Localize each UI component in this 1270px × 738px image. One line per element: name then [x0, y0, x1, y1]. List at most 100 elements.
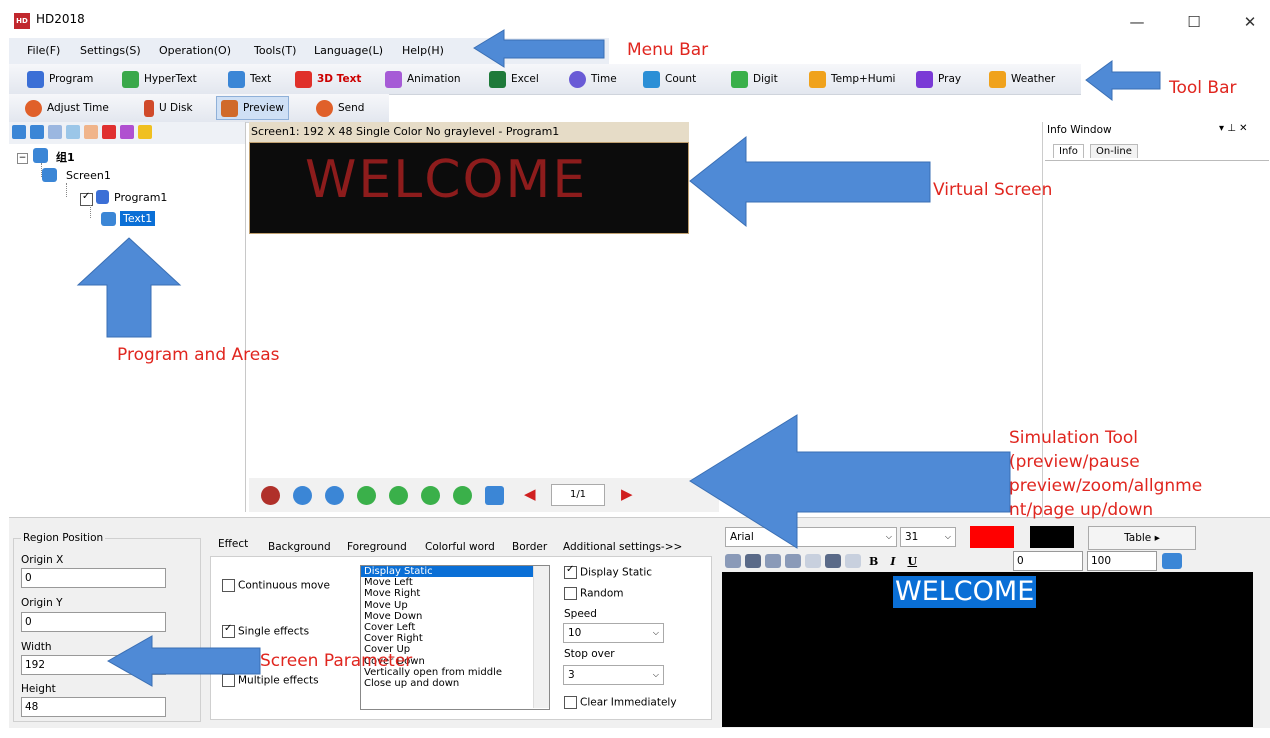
toolbar-count-button[interactable]: Count: [643, 64, 696, 94]
check-icon[interactable]: [120, 125, 134, 139]
tab-info[interactable]: Info: [1053, 144, 1084, 158]
align-down-icon[interactable]: [453, 486, 472, 505]
continuous-move-checkbox[interactable]: Continuous move: [222, 579, 330, 592]
justify-icon[interactable]: [785, 554, 801, 568]
toolbar-digit-button[interactable]: Digit: [731, 64, 778, 94]
screen-icon: [42, 168, 57, 182]
align-right-icon[interactable]: [389, 486, 408, 505]
paste-icon[interactable]: [66, 125, 80, 139]
toolbar-temp-humi-button[interactable]: Temp+Humi: [809, 64, 895, 94]
italic-icon[interactable]: I: [886, 555, 899, 568]
toolbar-time-button[interactable]: Time: [569, 64, 617, 94]
table-button[interactable]: Table ▸: [1088, 526, 1196, 550]
valign-top-icon[interactable]: [805, 554, 821, 568]
add-screen-icon[interactable]: [12, 125, 26, 139]
menu-settings[interactable]: Settings(S): [80, 44, 141, 57]
tab-online[interactable]: On-line: [1090, 144, 1138, 158]
menu-help[interactable]: Help(H): [402, 44, 444, 57]
single-effects-checkbox[interactable]: Single effects: [222, 623, 309, 638]
align-up-icon[interactable]: [421, 486, 440, 505]
toolbar-program-button[interactable]: Program: [27, 64, 93, 94]
program-checkbox[interactable]: [80, 191, 93, 206]
toolbar-send-button[interactable]: Send: [316, 94, 364, 122]
toolbar-weather-button[interactable]: Weather: [989, 64, 1055, 94]
align-left-icon[interactable]: [357, 486, 376, 505]
toolbar-adjust-time-button[interactable]: Adjust Time: [25, 94, 109, 122]
pin-icon[interactable]: ▾ ⊥ ✕: [1219, 123, 1247, 134]
page-down-icon[interactable]: ▶: [621, 485, 633, 503]
effects-listbox[interactable]: Display Static Move Left Move Right Move…: [360, 565, 550, 710]
align-center-icon[interactable]: [745, 554, 761, 568]
tab-border[interactable]: Border: [512, 541, 547, 553]
effect-option[interactable]: Move Left: [361, 577, 549, 588]
background-color-swatch[interactable]: [1030, 526, 1074, 548]
tab-colorful-word[interactable]: Colorful word: [425, 541, 495, 553]
font-size-select[interactable]: 31 ⌵: [900, 527, 956, 547]
tree-program[interactable]: Program1: [114, 191, 167, 204]
effects-scrollbar[interactable]: [533, 566, 549, 708]
toolbar-preview-button[interactable]: Preview: [216, 96, 289, 120]
tree-group[interactable]: 组1: [56, 149, 75, 165]
search-icon[interactable]: [138, 125, 152, 139]
display-static-checkbox[interactable]: Display Static: [564, 564, 652, 579]
random-checkbox[interactable]: Random: [564, 587, 623, 600]
underline-icon[interactable]: U: [903, 555, 921, 568]
toolbar-text-button[interactable]: Text: [228, 64, 271, 94]
collapse-icon[interactable]: −: [17, 153, 28, 164]
height-input[interactable]: 48: [21, 697, 166, 717]
speed-select[interactable]: 10 ⌵: [563, 623, 664, 643]
tab-additional-settings[interactable]: Additional settings->>: [563, 541, 682, 553]
maximize-button[interactable]: ☐: [1174, 8, 1214, 36]
effect-option[interactable]: Cover Right: [361, 633, 549, 644]
minimize-button[interactable]: —: [1117, 8, 1157, 36]
align-right-icon[interactable]: [765, 554, 781, 568]
toolbar-u-disk-button[interactable]: U Disk: [144, 94, 193, 122]
toolbar-3d-text-button[interactable]: 3D Text: [295, 64, 361, 94]
tree-text-area[interactable]: Text1: [120, 211, 156, 226]
move-icon[interactable]: [84, 125, 98, 139]
close-button[interactable]: ✕: [1230, 8, 1270, 36]
valign-middle-icon[interactable]: [825, 554, 841, 568]
delete-icon[interactable]: [102, 125, 116, 139]
origin-y-input[interactable]: 0: [21, 612, 166, 632]
tree-screen[interactable]: Screen1: [66, 169, 111, 182]
toolbar-animation-button[interactable]: Animation: [385, 64, 461, 94]
stop-over-select[interactable]: 3 ⌵: [563, 665, 664, 685]
spacing-input[interactable]: 0: [1013, 551, 1083, 571]
effect-option[interactable]: Cover Left: [361, 622, 549, 633]
multiple-effects-checkbox[interactable]: Multiple effects: [222, 674, 319, 687]
origin-x-input[interactable]: 0: [21, 568, 166, 588]
clear-immediately-checkbox[interactable]: Clear Immediately: [564, 696, 677, 709]
effect-option[interactable]: Close up and down: [361, 678, 549, 689]
add-program-icon[interactable]: [30, 125, 44, 139]
scale-input[interactable]: 100: [1087, 551, 1157, 571]
text-color-swatch[interactable]: [970, 526, 1014, 548]
effect-option[interactable]: Move Up: [361, 600, 549, 611]
width-input[interactable]: 192: [21, 655, 166, 675]
tab-background[interactable]: Background: [268, 541, 331, 553]
toolbar-hypertext-button[interactable]: HyperText: [122, 64, 197, 94]
align-left-icon[interactable]: [725, 554, 741, 568]
tab-foreground[interactable]: Foreground: [347, 541, 407, 553]
copy-icon[interactable]: [48, 125, 62, 139]
toolbar-pray-button[interactable]: Pray: [916, 64, 961, 94]
menu-tools[interactable]: Tools(T): [254, 44, 296, 57]
effect-option[interactable]: Move Down: [361, 611, 549, 622]
effect-option[interactable]: Display Static: [361, 566, 549, 578]
tab-effect[interactable]: Effect: [218, 538, 248, 550]
toolbar-excel-button[interactable]: Excel: [489, 64, 539, 94]
zoom-out-icon[interactable]: [325, 486, 344, 505]
pause-icon[interactable]: [261, 486, 280, 505]
center-icon[interactable]: [485, 486, 504, 505]
editor-scrollbar[interactable]: [1253, 572, 1270, 727]
image-icon[interactable]: [1162, 553, 1182, 569]
menu-file[interactable]: File(F): [27, 44, 60, 57]
menu-operation[interactable]: Operation(O): [159, 44, 231, 57]
menu-language[interactable]: Language(L): [314, 44, 383, 57]
effect-option[interactable]: Move Right: [361, 588, 549, 599]
zoom-in-icon[interactable]: [293, 486, 312, 505]
bold-icon[interactable]: B: [865, 555, 882, 568]
page-up-icon[interactable]: ◀: [524, 485, 536, 503]
font-select[interactable]: Arial ⌵: [725, 527, 897, 547]
valign-bottom-icon[interactable]: [845, 554, 861, 568]
